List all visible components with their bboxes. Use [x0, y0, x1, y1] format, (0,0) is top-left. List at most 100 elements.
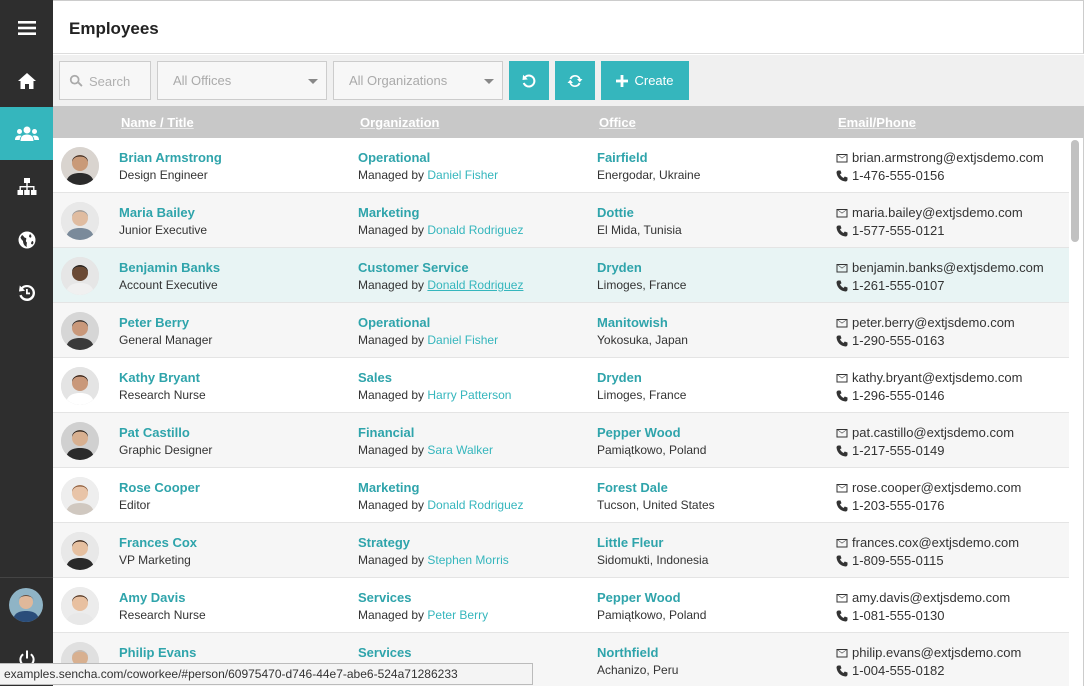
manager-link[interactable]: Donald Rodriguez [427, 278, 523, 292]
employee-phone[interactable]: 1-081-555-0130 [836, 608, 945, 623]
employee-name-link[interactable]: Brian Armstrong [119, 150, 222, 165]
employee-phone[interactable]: 1-809-555-0115 [836, 553, 944, 568]
column-header-office[interactable]: Office [599, 115, 636, 130]
hamburger-menu-button[interactable] [0, 1, 53, 54]
reset-button[interactable] [509, 61, 549, 100]
employee-email[interactable]: benjamin.banks@extjsdemo.com [836, 260, 1044, 275]
office-link[interactable]: Pepper Wood [597, 590, 681, 605]
manager-link[interactable]: Stephen Morris [427, 553, 508, 567]
organization-link[interactable]: Marketing [358, 205, 419, 220]
office-link[interactable]: Little Fleur [597, 535, 663, 550]
organization-link[interactable]: Services [358, 645, 412, 660]
table-row[interactable]: Amy Davis Research Nurse Services Manage… [53, 578, 1069, 633]
manager-link[interactable]: Daniel Fisher [427, 168, 498, 182]
organization-link[interactable]: Strategy [358, 535, 410, 550]
office-link[interactable]: Dryden [597, 260, 642, 275]
employee-avatar[interactable] [61, 477, 99, 515]
organization-link[interactable]: Sales [358, 370, 392, 385]
organization-link[interactable]: Operational [358, 150, 430, 165]
employee-phone[interactable]: 1-261-555-0107 [836, 278, 945, 293]
organization-link[interactable]: Operational [358, 315, 430, 330]
employee-avatar[interactable] [61, 587, 99, 625]
employee-avatar[interactable] [61, 147, 99, 185]
table-row[interactable]: Kathy Bryant Research Nurse Sales Manage… [53, 358, 1069, 413]
employee-name-link[interactable]: Philip Evans [119, 645, 196, 660]
employee-name-link[interactable]: Benjamin Banks [119, 260, 220, 275]
phone-text: 1-081-555-0130 [852, 608, 945, 623]
office-link[interactable]: Dryden [597, 370, 642, 385]
employee-avatar[interactable] [61, 422, 99, 460]
current-user-avatar[interactable] [9, 588, 43, 622]
table-row[interactable]: Brian Armstrong Design Engineer Operatio… [53, 138, 1069, 193]
employee-phone[interactable]: 1-577-555-0121 [836, 223, 945, 238]
table-row[interactable]: Rose Cooper Editor Marketing Managed by … [53, 468, 1069, 523]
nav-org-chart[interactable] [0, 160, 53, 213]
office-link[interactable]: Dottie [597, 205, 634, 220]
table-row[interactable]: Peter Berry General Manager Operational … [53, 303, 1069, 358]
employee-avatar[interactable] [61, 257, 99, 295]
employee-email[interactable]: frances.cox@extjsdemo.com [836, 535, 1019, 550]
employee-email[interactable]: peter.berry@extjsdemo.com [836, 315, 1015, 330]
organization-link[interactable]: Marketing [358, 480, 419, 495]
manager-link[interactable]: Peter Berry [427, 608, 488, 622]
search-box[interactable] [59, 61, 151, 100]
envelope-icon [836, 593, 848, 602]
column-header-organization[interactable]: Organization [360, 115, 439, 130]
manager-link[interactable]: Harry Patterson [427, 388, 511, 402]
organizations-filter[interactable]: All Organizations [333, 61, 503, 100]
table-row[interactable]: Frances Cox VP Marketing Strategy Manage… [53, 523, 1069, 578]
employee-name-link[interactable]: Amy Davis [119, 590, 185, 605]
employee-email[interactable]: amy.davis@extjsdemo.com [836, 590, 1010, 605]
employee-name-link[interactable]: Kathy Bryant [119, 370, 200, 385]
nav-home[interactable] [0, 54, 53, 107]
employee-email[interactable]: pat.castillo@extjsdemo.com [836, 425, 1014, 440]
table-row[interactable]: Pat Castillo Graphic Designer Financial … [53, 413, 1069, 468]
table-row[interactable]: Benjamin Banks Account Executive Custome… [53, 248, 1069, 303]
employee-email[interactable]: maria.bailey@extjsdemo.com [836, 205, 1023, 220]
employee-phone[interactable]: 1-203-555-0176 [836, 498, 945, 513]
office-link[interactable]: Manitowish [597, 315, 668, 330]
search-input[interactable] [89, 70, 149, 92]
manager-link[interactable]: Sara Walker [427, 443, 493, 457]
employee-name-link[interactable]: Rose Cooper [119, 480, 200, 495]
table-row[interactable]: Maria Bailey Junior Executive Marketing … [53, 193, 1069, 248]
manager-link[interactable]: Daniel Fisher [427, 333, 498, 347]
employee-avatar[interactable] [61, 367, 99, 405]
manager-link[interactable]: Donald Rodriguez [427, 498, 523, 512]
employee-email[interactable]: rose.cooper@extjsdemo.com [836, 480, 1021, 495]
employee-name-link[interactable]: Pat Castillo [119, 425, 190, 440]
organization-link[interactable]: Financial [358, 425, 414, 440]
employee-avatar[interactable] [61, 532, 99, 570]
organization-link[interactable]: Customer Service [358, 260, 469, 275]
employee-avatar[interactable] [61, 202, 99, 240]
organizations-filter-value: All Organizations [349, 73, 448, 88]
phone-icon [836, 280, 848, 291]
employee-email[interactable]: brian.armstrong@extjsdemo.com [836, 150, 1044, 165]
employee-phone[interactable]: 1-476-555-0156 [836, 168, 945, 183]
employee-avatar[interactable] [61, 312, 99, 350]
column-header-name[interactable]: Name / Title [121, 115, 194, 130]
employee-email[interactable]: philip.evans@extjsdemo.com [836, 645, 1021, 660]
offices-filter[interactable]: All Offices [157, 61, 327, 100]
employee-phone[interactable]: 1-290-555-0163 [836, 333, 945, 348]
employee-name-link[interactable]: Maria Bailey [119, 205, 195, 220]
grid-scrollbar[interactable] [1071, 140, 1079, 242]
column-header-email-phone[interactable]: Email/Phone [838, 115, 916, 130]
employee-email[interactable]: kathy.bryant@extjsdemo.com [836, 370, 1022, 385]
refresh-button[interactable] [555, 61, 595, 100]
employee-phone[interactable]: 1-004-555-0182 [836, 663, 945, 678]
manager-link[interactable]: Donald Rodriguez [427, 223, 523, 237]
employee-name-link[interactable]: Frances Cox [119, 535, 197, 550]
office-link[interactable]: Pepper Wood [597, 425, 681, 440]
office-link[interactable]: Forest Dale [597, 480, 668, 495]
office-link[interactable]: Fairfield [597, 150, 648, 165]
employee-phone[interactable]: 1-217-555-0149 [836, 443, 945, 458]
nav-history[interactable] [0, 266, 53, 319]
organization-link[interactable]: Services [358, 590, 412, 605]
employee-name-link[interactable]: Peter Berry [119, 315, 189, 330]
nav-employees[interactable] [0, 107, 53, 160]
nav-offices[interactable] [0, 213, 53, 266]
create-button[interactable]: Create [601, 61, 689, 100]
employee-phone[interactable]: 1-296-555-0146 [836, 388, 945, 403]
office-link[interactable]: Northfield [597, 645, 658, 660]
